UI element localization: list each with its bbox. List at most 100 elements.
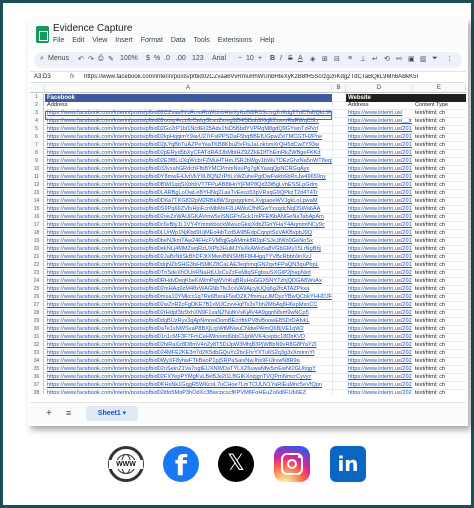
facebook-post-link[interactable]: https://www.facebook.com/Interin/posts/p… — [45, 310, 332, 318]
linkedin-icon[interactable]: in — [330, 446, 366, 482]
facebook-post-link[interactable]: https://www.facebook.com/Interin/posts/p… — [45, 278, 332, 286]
italic-icon[interactable]: I — [280, 55, 282, 62]
facebook-post-link[interactable]: https://www.facebook.com/Interin/posts/p… — [45, 206, 332, 214]
row-number[interactable]: 33 — [30, 350, 44, 358]
print-icon[interactable]: ⎙ — [98, 55, 104, 63]
menu-format[interactable]: Format — [141, 37, 163, 44]
row-number[interactable]: 26 — [30, 294, 44, 302]
menu-tools[interactable]: Tools — [193, 37, 209, 44]
row-number[interactable]: 3 — [30, 110, 44, 118]
facebook-post-link[interactable]: https://www.facebook.com/Interin/posts/p… — [45, 334, 332, 342]
website-page-link[interactable]: https://www.interin.us/2020/09/2020-inte… — [346, 334, 412, 342]
facebook-post-link[interactable]: https://www.facebook.com/Interin/posts/p… — [45, 222, 332, 230]
row-number[interactable]: 35 — [30, 366, 44, 374]
row-number[interactable]: 36 — [30, 374, 44, 382]
row-number[interactable]: 21 — [30, 254, 44, 262]
menu-data[interactable]: Data — [171, 37, 186, 44]
facebook-post-link[interactable]: https://www.facebook.com/Interin/posts/p… — [45, 142, 332, 150]
row-number[interactable]: 27 — [30, 302, 44, 310]
content-type-cell[interactable]: text/html; ch — [413, 110, 466, 118]
insert-link-icon[interactable]: ⚯ — [396, 55, 402, 63]
facebook-post-link[interactable]: https://www.facebook.com/Interin/posts/p… — [45, 238, 332, 246]
website-page-link[interactable]: https://www.interin.us/2018/11/2018-inte… — [346, 142, 412, 150]
menu-edit[interactable]: Edit — [72, 37, 84, 44]
website-page-link[interactable]: https://www.interin.us/ — [346, 110, 412, 118]
row-number[interactable]: 29 — [30, 318, 44, 326]
website-page-link[interactable]: https://www.interin.us/2020/04/2020-inte… — [346, 294, 412, 302]
row-number[interactable]: 10 — [30, 166, 44, 174]
merge-cells-icon[interactable]: ⊟ — [334, 55, 340, 63]
insert-comment-icon[interactable]: ▣ — [408, 55, 415, 63]
content-type-cell[interactable]: text/html; ch — [413, 174, 466, 182]
website-page-link[interactable]: https://www.interin.us/2021/04/2021-inte… — [346, 390, 412, 394]
website-page-link[interactable]: https://www.interin.us/2019/02/2019-inte… — [346, 182, 412, 190]
row-number[interactable]: 15 — [30, 206, 44, 214]
content-type-cell[interactable]: text/html; ch — [413, 134, 466, 142]
search-menus-button[interactable]: Menus — [48, 55, 69, 62]
content-type-cell[interactable]: text/html; ch — [413, 374, 466, 382]
website-address-column-label[interactable]: Address — [346, 102, 412, 110]
vertical-align-icon[interactable]: ⊥ — [360, 55, 366, 63]
document-title[interactable]: Evidence Capture — [53, 23, 133, 34]
content-type-cell[interactable]: text/html; ch — [413, 126, 466, 134]
content-type-cell[interactable]: text/html; ch — [413, 198, 466, 206]
all-sheets-button[interactable]: ≡ — [66, 408, 71, 418]
content-type-cell[interactable]: text/html; ch — [413, 318, 466, 326]
content-type-cell[interactable]: text/html; ch — [413, 222, 466, 230]
undo-icon[interactable]: ↶ — [78, 55, 84, 63]
website-page-link[interactable]: https://www.interin.us/2020/03/2020-inte… — [346, 286, 412, 294]
content-type-column-label[interactable]: Content Type — [413, 102, 466, 110]
menu-extensions[interactable]: Extensions — [218, 37, 252, 44]
website-page-link[interactable]: https://www.interin.us/2020/10/2020-inte… — [346, 342, 412, 350]
fill-color-icon[interactable]: ◈ — [310, 55, 315, 63]
font-size-input[interactable]: 10 — [246, 55, 254, 62]
content-type-cell[interactable]: text/html; ch — [413, 286, 466, 294]
website-section-header[interactable]: Website — [346, 94, 466, 102]
menu-insert[interactable]: Insert — [115, 37, 133, 44]
row-number[interactable]: 19 — [30, 238, 44, 246]
facebook-post-link[interactable]: https://www.facebook.com/Interin/posts/p… — [45, 294, 332, 302]
facebook-icon[interactable]: f — [163, 446, 199, 482]
website-page-link[interactable]: https://www.interin.us/2020/02/2020-inte… — [346, 278, 412, 286]
insert-chart-icon[interactable]: ▥ — [420, 55, 427, 63]
currency-button[interactable]: $ — [146, 55, 150, 62]
content-type-cell[interactable]: text/html; ch — [413, 246, 466, 254]
font-size-decrease-icon[interactable]: − — [238, 55, 242, 62]
menu-file[interactable]: File — [53, 37, 64, 44]
website-page-link[interactable]: https://www.interin.us/2019/03/2019-inte… — [346, 190, 412, 198]
website-page-link[interactable]: https://www.interin.us/2020/12/2020-inte… — [346, 358, 412, 366]
website-page-link[interactable]: https://www.interin.us/2018/11/2018-inte… — [346, 126, 412, 134]
instagram-icon[interactable] — [274, 446, 310, 482]
text-rotation-icon[interactable]: ⟲ — [384, 55, 390, 63]
menu-view[interactable]: View — [92, 37, 107, 44]
row-number[interactable]: 4 — [30, 118, 44, 126]
facebook-post-link[interactable]: https://www.facebook.com/Interin/posts/p… — [45, 214, 332, 222]
content-type-cell[interactable]: text/html; ch — [413, 118, 466, 126]
add-sheet-button[interactable]: + — [46, 408, 52, 419]
filter-icon[interactable]: ⏷ — [432, 55, 438, 63]
row-number[interactable]: 38 — [30, 390, 44, 394]
menu-help[interactable]: Help — [260, 37, 274, 44]
paint-format-icon[interactable]: ✎ — [108, 55, 114, 63]
row-number[interactable]: 37 — [30, 382, 44, 390]
website-page-link[interactable]: https://www.interin.us/2020/06/2020-inte… — [346, 310, 412, 318]
content-type-cell[interactable]: text/html; ch — [413, 150, 466, 158]
facebook-post-link[interactable]: https://www.facebook.com/Interin/posts/p… — [45, 198, 332, 206]
content-type-cell[interactable]: text/html; ch — [413, 214, 466, 222]
facebook-post-link[interactable]: https://www.facebook.com/Interin/posts/p… — [45, 230, 332, 238]
borders-icon[interactable]: ⊞ — [322, 55, 328, 63]
content-type-cell[interactable]: text/html; ch — [413, 390, 466, 394]
content-type-cell[interactable]: text/html; ch — [413, 270, 466, 278]
font-select[interactable]: Arial — [212, 55, 226, 62]
facebook-post-link[interactable]: https://www.facebook.com/Interin/posts/p… — [45, 262, 332, 270]
website-page-link[interactable]: https://www.interin.us/2019/04/2019-inte… — [346, 198, 412, 206]
row-number[interactable]: 9 — [30, 158, 44, 166]
increase-decimal-button[interactable]: .00 — [176, 55, 186, 62]
content-type-cell[interactable]: text/html; ch — [413, 302, 466, 310]
select-all-corner[interactable] — [30, 84, 45, 93]
facebook-post-link[interactable]: https://www.facebook.com/Interin/posts/p… — [45, 166, 332, 174]
content-type-cell[interactable]: text/html; ch — [413, 158, 466, 166]
text-wrap-icon[interactable]: ↵ — [372, 55, 378, 63]
row-number[interactable]: 31 — [30, 334, 44, 342]
website-page-link[interactable]: https://www.interin.us/2018/12/2018-inte… — [346, 166, 412, 174]
